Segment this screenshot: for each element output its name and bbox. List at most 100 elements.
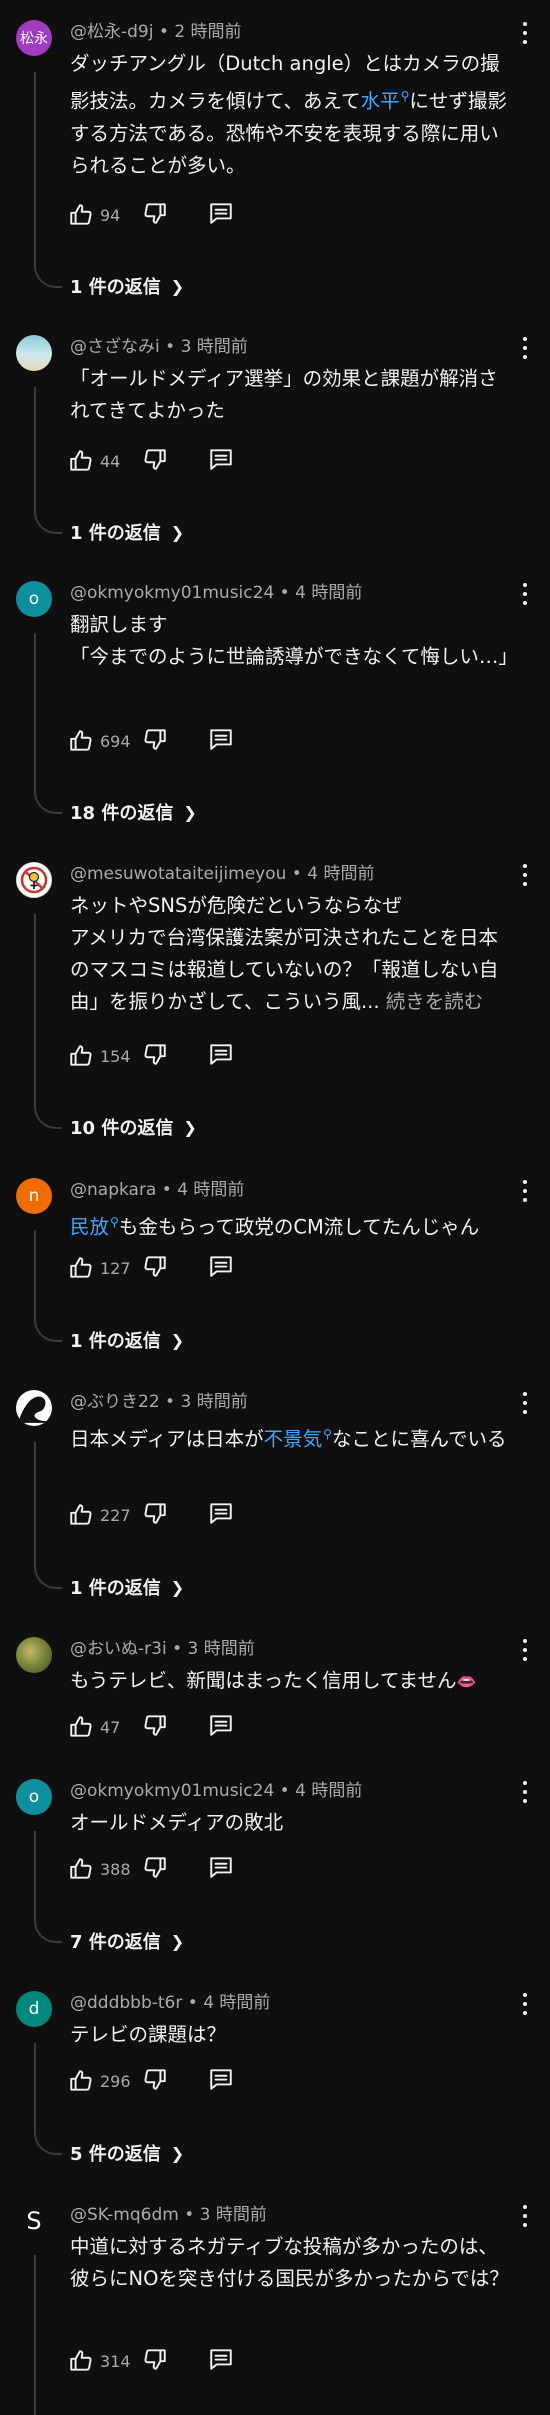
reply-button[interactable] [208,2346,234,2376]
author-handle[interactable]: @mesuwotataiteijimeyou [70,864,286,884]
author-handle[interactable]: @SK-mq6dm [70,2205,179,2225]
search-link[interactable]: 民放 [70,1216,109,1239]
more-options-icon[interactable] [522,1993,528,2015]
thumbs-up-icon [70,450,92,471]
more-options-icon[interactable] [522,337,528,359]
avatar[interactable]: n [16,1178,52,1214]
reply-button[interactable] [208,1253,234,1283]
dislike-button[interactable] [142,1500,168,1530]
search-link[interactable]: 不景気 [264,1428,323,1451]
like-button[interactable]: 388 [68,1856,140,1882]
view-replies-button[interactable]: 1 件の返信 ❯ [70,1572,184,1602]
thumbs-down-icon [144,2069,166,2090]
more-options-icon[interactable] [522,22,528,44]
like-button[interactable]: 227 [68,1502,140,1528]
reply-comment-icon [210,1857,232,1878]
like-button[interactable]: 44 [68,448,140,474]
like-count: 154 [100,1046,131,1066]
reply-button[interactable] [208,1854,234,1884]
timestamp: 4 時間前 [203,1993,271,2013]
like-button[interactable]: 296 [68,2068,140,2094]
avatar[interactable] [16,1390,52,1426]
like-count: 127 [100,1258,131,1278]
thread-line [34,2255,62,2415]
search-link[interactable]: 水平 [361,90,400,113]
thumbs-up-icon [70,1716,92,1737]
view-replies-button[interactable]: 7 件の返信 ❯ [70,1926,184,1956]
reply-button[interactable] [208,2066,234,2096]
view-replies-button[interactable]: 1 件の返信 ❯ [70,271,184,301]
more-options-icon[interactable] [522,583,528,605]
avatar[interactable]: d [16,1991,52,2027]
reply-button[interactable] [208,200,234,230]
more-options-icon[interactable] [522,1781,528,1803]
more-options-icon[interactable] [522,1639,528,1661]
timestamp: 4 時間前 [295,1781,363,1801]
like-count: 227 [100,1505,131,1525]
author-handle[interactable]: @さざなみi [70,337,160,357]
dislike-button[interactable] [142,1253,168,1283]
more-options-icon[interactable] [522,864,528,886]
dislike-button[interactable] [142,446,168,476]
dislike-button[interactable] [142,200,168,230]
like-button[interactable]: 694 [68,728,140,754]
reply-comment-icon [210,2069,232,2090]
reply-comment-icon [210,2349,232,2370]
more-options-icon[interactable] [522,1392,528,1414]
read-more-link[interactable]: 続きを読む [386,990,484,1013]
like-count: 314 [100,2351,131,2371]
thumbs-up-icon [70,2350,92,2371]
comment-meta: @dddbbb-t6r • 4 時間前 [70,1993,271,2013]
like-button[interactable]: 154 [68,1043,140,1069]
author-handle[interactable]: @napkara [70,1180,156,1200]
reply-button[interactable] [208,1500,234,1530]
reply-comment-icon [210,449,232,470]
view-replies-button[interactable]: 5 件の返信 ❯ [70,2138,184,2168]
dislike-button[interactable] [142,1854,168,1884]
reply-button[interactable] [208,726,234,756]
view-replies-button[interactable]: 1 件の返信 ❯ [70,517,184,547]
author-handle[interactable]: @okmyokmy01music24 [70,583,274,603]
dislike-button[interactable] [142,1712,168,1742]
avatar[interactable]: o [16,581,52,617]
author-handle[interactable]: @おいぬ-r3i [70,1639,167,1659]
dislike-button[interactable] [142,2346,168,2376]
like-button[interactable]: 47 [68,1714,140,1740]
view-replies-button[interactable]: 1 件の返信 ❯ [70,1325,184,1355]
author-handle[interactable]: @松永-d9j [70,22,153,42]
comment-text: 日本メディアは日本が不景気⚲なことに喜んでいる [70,1427,507,1451]
avatar[interactable]: 松永 [16,20,52,56]
avatar[interactable] [16,1637,52,1673]
view-replies-button[interactable]: 18 件の返信 ❯ [70,797,197,827]
like-button[interactable]: 314 [68,2348,140,2374]
author-handle[interactable]: @dddbbb-t6r [70,1993,182,2013]
dislike-button[interactable] [142,2066,168,2096]
more-options-icon[interactable] [522,1180,528,1202]
like-button[interactable]: 94 [68,202,140,228]
author-handle[interactable]: @ぶりき22 [70,1392,160,1412]
comment-meta: @さざなみi • 3 時間前 [70,337,248,357]
view-replies-button[interactable]: 10 件の返信 ❯ [70,1112,197,1142]
dislike-button[interactable] [142,726,168,756]
reply-button[interactable] [208,446,234,476]
more-options-icon[interactable] [522,2205,528,2227]
avatar[interactable] [16,335,52,371]
chevron-right-icon: ❯ [183,1117,197,1137]
thumbs-down-icon [144,1256,166,1277]
reply-button[interactable] [208,1041,234,1071]
comment-meta: @okmyokmy01music24 • 4 時間前 [70,583,363,603]
avatar[interactable]: S [16,2203,52,2239]
comment-meta: @napkara • 4 時間前 [70,1180,245,1200]
avatar[interactable] [16,862,52,898]
like-button[interactable]: 127 [68,1255,140,1281]
profile-picture-icon [19,1396,47,1423]
thumbs-up-icon [70,1858,92,1879]
avatar[interactable]: o [16,1779,52,1815]
author-handle[interactable]: @okmyokmy01music24 [70,1781,274,1801]
reply-comment-icon [210,1044,232,1065]
dislike-button[interactable] [142,1041,168,1071]
reply-button[interactable] [208,1712,234,1742]
comment-meta: @okmyokmy01music24 • 4 時間前 [70,1781,363,1801]
comment-text: 民放⚲も金もらって政党のCM流してたんじゃん [70,1215,480,1239]
thread-line [34,2043,62,2155]
